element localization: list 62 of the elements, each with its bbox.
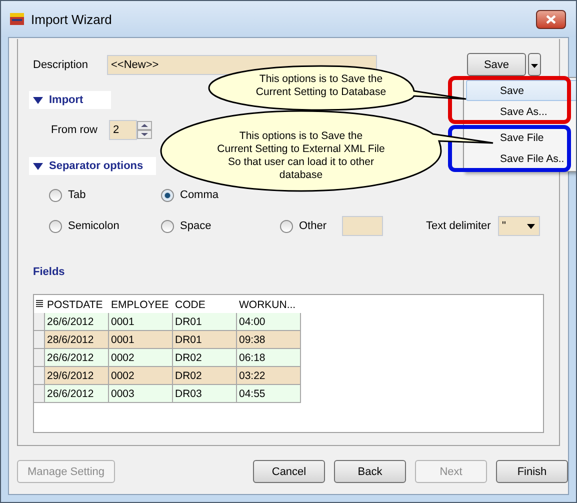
close-button[interactable] <box>536 10 566 28</box>
dropdown-button[interactable] <box>528 53 541 76</box>
section-title: Import <box>49 94 84 106</box>
table-cell: 29/6/2012 <box>45 367 109 385</box>
save-button[interactable]: Save <box>467 53 526 76</box>
section-title: Fields <box>33 266 65 278</box>
row-selector[interactable] <box>34 367 45 385</box>
menu-item[interactable]: Save <box>466 80 576 101</box>
field-label: From row <box>51 124 98 136</box>
table-cell: 0002 <box>109 367 173 385</box>
wizard-button[interactable]: Back <box>334 460 406 483</box>
table-cell: DR01 <box>173 331 237 349</box>
table-cell: 04:55 <box>237 385 301 403</box>
radio-label: Comma <box>180 189 219 201</box>
section-header[interactable]: Separator options <box>29 157 156 175</box>
radio-button[interactable] <box>161 188 174 202</box>
table-cell: 0002 <box>109 349 173 367</box>
section-title: Separator options <box>49 160 144 172</box>
row-selector[interactable] <box>34 313 45 331</box>
radio-button[interactable] <box>161 220 174 232</box>
from-row-field[interactable]: 2 <box>109 120 137 140</box>
radio-label: Space <box>180 220 212 232</box>
table-cell: 03:22 <box>237 367 301 385</box>
table-cell: 0001 <box>109 331 173 349</box>
table-cell: DR03 <box>173 385 237 403</box>
column-chooser-icon[interactable] <box>36 300 43 308</box>
table-cell: DR01 <box>173 313 237 331</box>
spin-buttons-icon <box>137 121 152 139</box>
table-cell: 28/6/2012 <box>45 331 109 349</box>
wizard-button[interactable]: Cancel <box>253 460 325 483</box>
radio-button[interactable] <box>280 220 293 232</box>
table-cell: 26/6/2012 <box>45 385 109 403</box>
close-icon <box>546 14 556 24</box>
caret-icon <box>527 224 535 228</box>
app-icon <box>9 11 25 27</box>
window-title: Import Wizard <box>31 12 113 26</box>
radio-button[interactable] <box>49 188 62 202</box>
other-field[interactable] <box>342 216 383 236</box>
table-cell: 26/6/2012 <box>45 313 109 331</box>
callout-text: This options is to Save the Current Setting to External XML File So that user can load it to other database <box>216 130 386 182</box>
radio-label: Other <box>299 220 328 232</box>
radio-label: Semicolon <box>68 220 120 232</box>
row-selector[interactable] <box>34 331 45 349</box>
wizard-button[interactable]: Finish <box>496 460 568 483</box>
table-cell: 26/6/2012 <box>45 349 109 367</box>
callout-text: This options is to Save the Current Setting to Database <box>254 73 388 99</box>
radio-label: Tab <box>68 189 86 201</box>
row-selector[interactable] <box>34 349 45 367</box>
table-cell: 04:00 <box>237 313 301 331</box>
section-header[interactable]: Import <box>29 91 111 109</box>
radio-button[interactable] <box>49 220 62 232</box>
row-selector[interactable] <box>34 385 45 403</box>
field-label: Text delimiter <box>426 220 492 232</box>
table-cell: 0003 <box>109 385 173 403</box>
table-cell: DR02 <box>173 349 237 367</box>
table-cell: 0001 <box>109 313 173 331</box>
table-cell: DR02 <box>173 367 237 385</box>
text-delimiter-dropdown[interactable]: " <box>498 216 540 236</box>
table-cell: 06:18 <box>237 349 301 367</box>
field-label: Description <box>33 58 90 70</box>
caret-icon <box>531 64 538 68</box>
table-cell: 09:38 <box>237 331 301 349</box>
